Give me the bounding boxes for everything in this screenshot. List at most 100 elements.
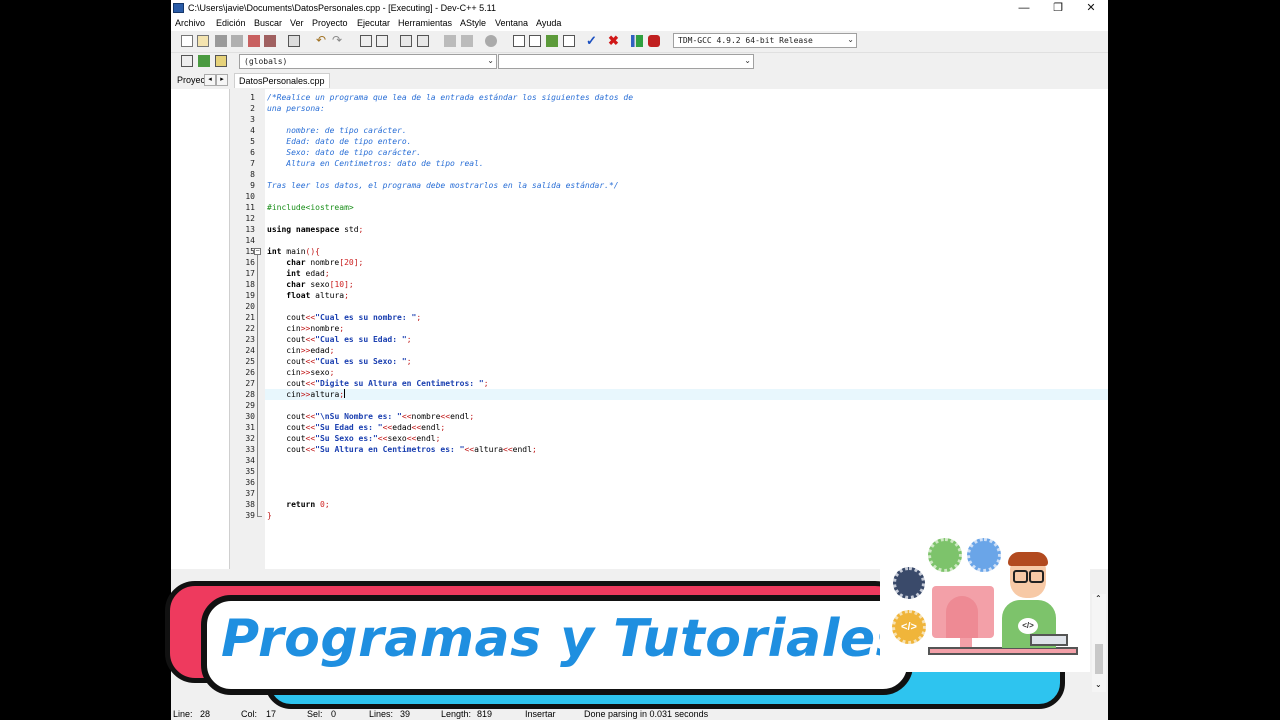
scrollbar-thumb[interactable] (1095, 644, 1103, 674)
code-line[interactable]: cout<<"Cual es su nombre: "; (267, 312, 421, 323)
code-line[interactable]: Altura en Centimetros: dato de tipo real… (267, 158, 483, 169)
code-line[interactable]: Tras leer los datos, el programa debe mo… (267, 180, 619, 191)
line-number: 10 (245, 192, 255, 201)
code-line[interactable]: cin>>nombre; (267, 323, 344, 334)
menu-herramientas[interactable]: Herramientas (398, 18, 452, 28)
goto-bookmark-icon[interactable] (215, 55, 227, 67)
maximize-button[interactable]: ❐ (1043, 1, 1073, 15)
chevron-right-icon[interactable]: ▸ (216, 74, 228, 86)
line-number: 11 (245, 203, 255, 212)
replace-icon[interactable] (376, 35, 388, 47)
code-editor[interactable]: 1 2 3 4 5 6 7 8 9 10 11 12 13 14 15 16 17 18 19 20 21 22 23 24 2… (233, 89, 1108, 569)
compiler-select[interactable]: TDM-GCC 4.9.2 64-bit Release ⌄ (673, 33, 857, 48)
check-syntax-icon[interactable]: ✓ (586, 34, 598, 47)
line-number: 17 (245, 269, 255, 278)
code-line[interactable]: Sexo: dato de tipo carácter. (267, 147, 421, 158)
code-line[interactable]: /*Realice un programa que lea de la entr… (267, 92, 633, 103)
code-line[interactable]: return 0; (267, 499, 329, 510)
goto-line-icon[interactable] (400, 35, 412, 47)
save-icon[interactable] (215, 35, 227, 47)
line-number: 18 (245, 280, 255, 289)
code-line[interactable]: cout<<"\nSu Nombre es: "<<nombre<<endl; (267, 411, 474, 422)
chevron-left-icon[interactable]: ◂ (204, 74, 216, 86)
code-line[interactable]: char sexo[10]; (267, 279, 353, 290)
menu-ventana[interactable]: Ventana (495, 18, 528, 28)
status-length-label: Length: (441, 709, 472, 719)
open-file-icon[interactable] (197, 35, 209, 47)
code-line[interactable]: int main(){ (267, 246, 320, 257)
menu-ayuda[interactable]: Ayuda (536, 18, 561, 28)
menu-astyle[interactable]: AStyle (460, 18, 486, 28)
message-panel-scrollbar[interactable]: ⌃ ⌄ (1092, 594, 1106, 692)
line-number: 32 (245, 434, 255, 443)
run-icon[interactable] (563, 35, 575, 47)
fold-collapse-icon[interactable]: − (254, 248, 261, 255)
line-number: 39 (245, 511, 255, 520)
code-line[interactable]: cin>>sexo; (267, 367, 334, 378)
code-line[interactable]: Edad: dato de tipo entero. (267, 136, 411, 147)
code-line[interactable]: char nombre[20]; (267, 257, 363, 268)
save-all-icon[interactable] (231, 35, 243, 47)
new-file-icon[interactable] (181, 35, 193, 47)
line-number: 2 (250, 104, 255, 113)
code-line[interactable]: } (267, 510, 272, 521)
code-line[interactable]: float altura; (267, 290, 349, 301)
chart-profile-icon[interactable] (631, 35, 643, 47)
file-tab-datospersonales[interactable]: DatosPersonales.cpp (234, 73, 330, 88)
main-toolbar: ↶ ↷ ✓ ✖ TDM-GCC 4.9.2 64-bit Release ⌄ (171, 31, 1108, 53)
code-line[interactable]: int edad; (267, 268, 329, 279)
project-options-icon[interactable] (529, 35, 541, 47)
menu-proyecto[interactable]: Proyecto (312, 18, 348, 28)
line-number: 20 (245, 302, 255, 311)
print-icon[interactable] (288, 35, 300, 47)
code-line[interactable]: cout<<"Cual es su Edad: "; (267, 334, 411, 345)
undo-icon[interactable]: ↶ (316, 34, 328, 47)
find-icon[interactable] (360, 35, 372, 47)
chevron-down-icon: ⌄ (487, 56, 494, 65)
code-line[interactable]: cout<<"Digite su Altura en Centimetros: … (267, 378, 488, 389)
laptop-icon (1030, 634, 1068, 646)
bookmark-icon[interactable] (417, 35, 429, 47)
scroll-up-icon[interactable]: ⌃ (1095, 594, 1102, 603)
code-line[interactable]: cout<<"Su Altura en Centimetros es: "<<a… (267, 444, 537, 455)
toggle-bookmark-icon[interactable] (198, 55, 210, 67)
minimize-button[interactable]: — (1009, 1, 1039, 15)
toggle-comment-icon[interactable] (485, 35, 497, 47)
close-file-icon[interactable] (248, 35, 260, 47)
code-line[interactable]: cout<<"Su Edad es: "<<edad<<endl; (267, 422, 445, 433)
code-line[interactable]: using namespace std; (267, 224, 363, 235)
indent-icon[interactable] (444, 35, 456, 47)
line-number: 29 (245, 401, 255, 410)
code-line[interactable]: nombre: de tipo carácter. (267, 125, 406, 136)
unindent-icon[interactable] (461, 35, 473, 47)
menu-ejecutar[interactable]: Ejecutar (357, 18, 390, 28)
status-message: Done parsing in 0.031 seconds (584, 709, 709, 719)
code-line[interactable]: una persona: (267, 103, 325, 114)
code-line[interactable]: cout<<"Su Sexo es:"<<sexo<<endl; (267, 433, 440, 444)
tab-project[interactable]: Proyec (177, 75, 205, 85)
code-line[interactable]: cout<<"Cual es su Sexo: "; (267, 356, 411, 367)
line-number: 1 (250, 93, 255, 102)
menu-edicion[interactable]: Edición (216, 18, 246, 28)
scope-select[interactable]: (globals) ⌄ (239, 54, 497, 69)
compile-icon[interactable] (546, 35, 558, 47)
member-select[interactable]: ⌄ (498, 54, 754, 69)
redo-icon[interactable]: ↷ (332, 34, 344, 47)
menu-buscar[interactable]: Buscar (254, 18, 282, 28)
line-number: 24 (245, 346, 255, 355)
close-all-icon[interactable] (264, 35, 276, 47)
debug-icon[interactable] (648, 35, 660, 47)
line-number: 3 (250, 115, 255, 124)
scroll-down-icon[interactable]: ⌄ (1095, 680, 1102, 689)
line-number-gutter: 1 2 3 4 5 6 7 8 9 10 11 12 13 14 15 16 17 18 19 20 21 22 23 24 2… (233, 89, 265, 569)
project-panel[interactable] (171, 89, 230, 569)
code-line[interactable]: cin>>altura; (267, 389, 346, 400)
stop-execution-icon[interactable]: ✖ (608, 34, 620, 47)
menu-ver[interactable]: Ver (290, 18, 304, 28)
close-button[interactable]: ✕ (1076, 1, 1106, 15)
menu-archivo[interactable]: Archivo (175, 18, 205, 28)
code-line[interactable]: cin>>edad; (267, 345, 334, 356)
insert-icon[interactable] (181, 55, 193, 67)
new-project-icon[interactable] (513, 35, 525, 47)
code-line[interactable]: #include<iostream> (267, 202, 354, 213)
